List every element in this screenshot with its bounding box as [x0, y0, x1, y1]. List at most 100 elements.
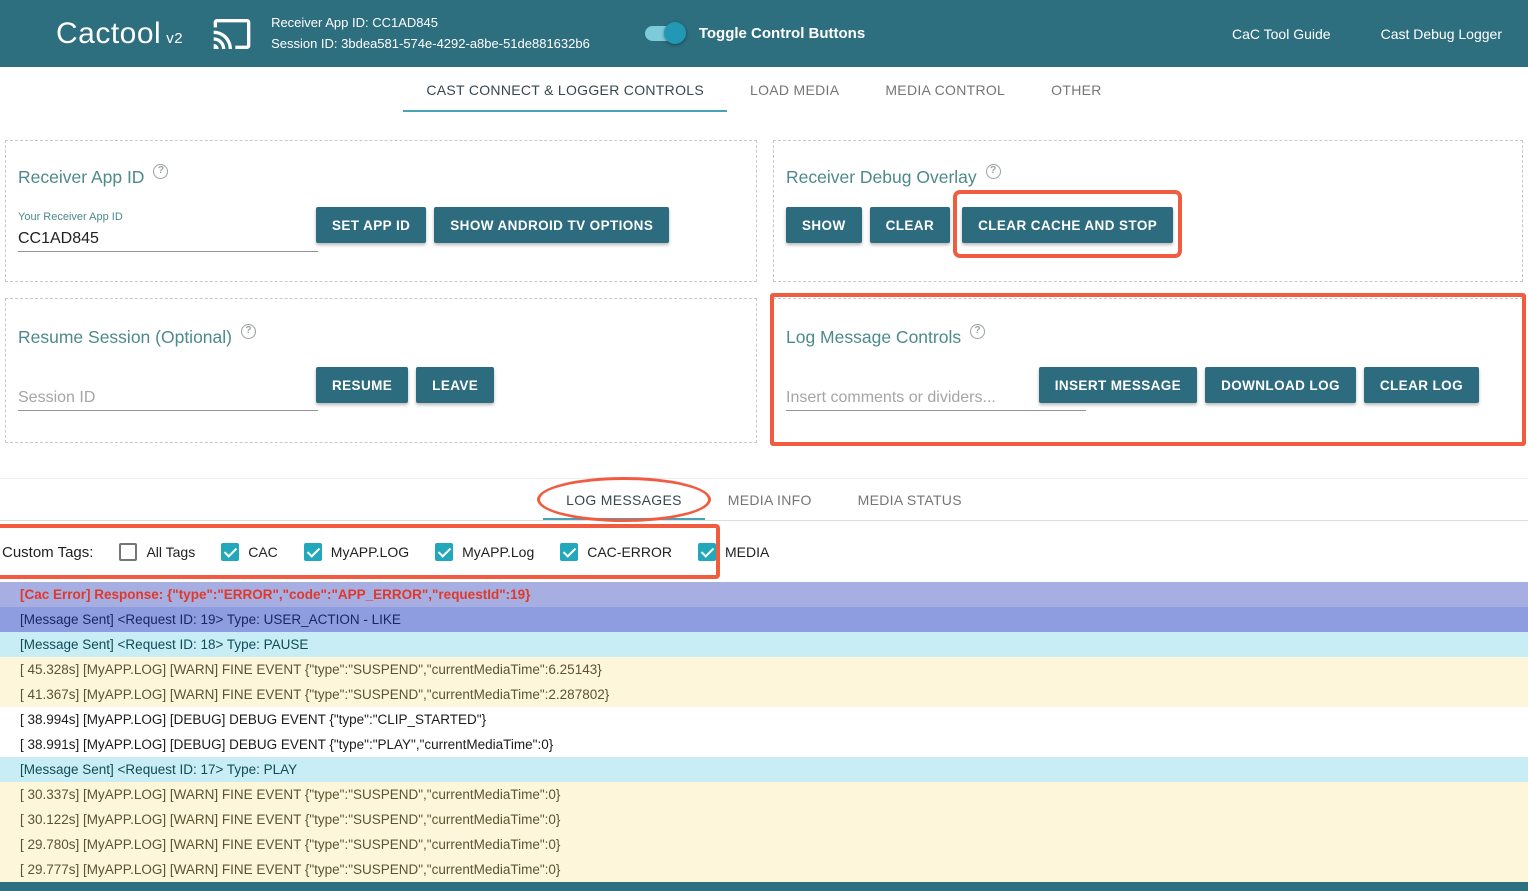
panel-title: Log Message Controls ? — [786, 327, 985, 348]
tag-myapp-log-mixed[interactable]: MyAPP.Log — [435, 543, 534, 561]
help-icon[interactable]: ? — [986, 164, 1001, 179]
tab-label: OTHER — [1051, 82, 1102, 98]
help-icon[interactable]: ? — [970, 324, 985, 339]
custom-tags-caption: Custom Tags: — [2, 544, 93, 561]
log-row-warn: [ 41.367s] [MyAPP.LOG] [WARN] FINE EVENT… — [0, 682, 1528, 707]
tag-cac[interactable]: CAC — [221, 543, 278, 561]
checkbox-checked-icon[interactable] — [435, 543, 453, 561]
resume-session-field — [18, 385, 318, 411]
log-row-message-sent: [Message Sent] <Request ID: 17> Type: PL… — [0, 757, 1528, 782]
log-row-cac-error: [Cac Error] Response: {"type":"ERROR","c… — [0, 582, 1528, 607]
panel-title-text: Log Message Controls — [786, 327, 961, 348]
receiver-app-id-input[interactable] — [18, 226, 318, 252]
app-logo-text: Cactool — [56, 17, 161, 50]
control-panels: Receiver App ID ? Your Receiver App ID S… — [0, 140, 1528, 443]
tag-cac-error[interactable]: CAC-ERROR — [560, 543, 672, 561]
tab-media-status[interactable]: MEDIA STATUS — [835, 479, 985, 520]
show-android-tv-options-button[interactable]: SHOW ANDROID TV OPTIONS — [434, 207, 669, 243]
tag-label: CAC — [248, 544, 278, 560]
help-icon[interactable]: ? — [153, 164, 168, 179]
toggle-knob[interactable] — [664, 22, 686, 44]
panel-title-text: Receiver App ID — [18, 167, 144, 188]
resume-session-buttons: RESUME LEAVE — [316, 367, 494, 403]
cast-debug-logger-link[interactable]: Cast Debug Logger — [1381, 26, 1502, 42]
app-logo-version: v2 — [166, 30, 183, 47]
resume-session-panel: Resume Session (Optional) ? RESUME LEAVE — [5, 298, 757, 443]
tab-cast-connect-logger-controls[interactable]: CAST CONNECT & LOGGER CONTROLS — [403, 67, 727, 112]
checkbox-checked-icon[interactable] — [221, 543, 239, 561]
debug-overlay-buttons: SHOW CLEAR CLEAR CACHE AND STOP — [786, 207, 1173, 243]
session-info: Receiver App ID: CC1AD845 Session ID: 3b… — [271, 13, 590, 53]
cast-icon — [209, 14, 255, 54]
log-row-debug: [ 38.994s] [MyAPP.LOG] [DEBUG] DEBUG EVE… — [0, 707, 1528, 732]
panel-title-text: Resume Session (Optional) — [18, 327, 232, 348]
control-buttons-toggle[interactable] — [645, 26, 683, 41]
tab-other[interactable]: OTHER — [1028, 67, 1125, 112]
tab-label: CAST CONNECT & LOGGER CONTROLS — [426, 82, 704, 98]
tag-label: All Tags — [146, 544, 195, 560]
toggle-control-buttons: Toggle Control Buttons — [645, 25, 865, 42]
set-app-id-button[interactable]: SET APP ID — [316, 207, 426, 243]
download-log-button[interactable]: DOWNLOAD LOG — [1205, 367, 1356, 403]
tab-label: LOG MESSAGES — [566, 492, 682, 508]
cac-tool-guide-link[interactable]: CaC Tool Guide — [1232, 26, 1331, 42]
receiver-app-id-info: Receiver App ID: CC1AD845 — [271, 13, 590, 33]
panel-title: Receiver App ID ? — [18, 167, 168, 188]
panel-title: Resume Session (Optional) ? — [18, 327, 256, 348]
tag-label: CAC-ERROR — [587, 544, 672, 560]
session-id-input[interactable] — [18, 385, 318, 411]
footer-bar — [0, 882, 1528, 891]
resume-button[interactable]: RESUME — [316, 367, 408, 403]
insert-message-button[interactable]: INSERT MESSAGE — [1039, 367, 1197, 403]
receiver-app-id-panel: Receiver App ID ? Your Receiver App ID S… — [5, 140, 757, 282]
tab-load-media[interactable]: LOAD MEDIA — [727, 67, 862, 112]
log-row-warn: [ 30.122s] [MyAPP.LOG] [WARN] FINE EVENT… — [0, 807, 1528, 832]
tab-label: MEDIA STATUS — [858, 492, 962, 508]
tab-media-info[interactable]: MEDIA INFO — [705, 479, 835, 520]
app-logo: Cactool v2 — [56, 17, 183, 51]
clear-overlay-button[interactable]: CLEAR — [870, 207, 951, 243]
tab-label: MEDIA CONTROL — [885, 82, 1005, 98]
tab-label: MEDIA INFO — [728, 492, 812, 508]
log-row-warn: [ 30.337s] [MyAPP.LOG] [WARN] FINE EVENT… — [0, 782, 1528, 807]
clear-log-button[interactable]: CLEAR LOG — [1364, 367, 1479, 403]
log-message-buttons: INSERT MESSAGE DOWNLOAD LOG CLEAR LOG — [1039, 367, 1479, 403]
tag-myapp-log-upper[interactable]: MyAPP.LOG — [304, 543, 409, 561]
log-message-list: [Cac Error] Response: {"type":"ERROR","c… — [0, 582, 1528, 882]
log-row-debug: [ 38.991s] [MyAPP.LOG] [DEBUG] DEBUG EVE… — [0, 732, 1528, 757]
log-row-warn: [ 29.777s] [MyAPP.LOG] [WARN] FINE EVENT… — [0, 857, 1528, 882]
active-tab-underline — [543, 518, 705, 520]
checkbox-checked-icon[interactable] — [698, 543, 716, 561]
receiver-app-id-field-label: Your Receiver App ID — [18, 211, 318, 223]
log-row-warn: [ 29.780s] [MyAPP.LOG] [WARN] FINE EVENT… — [0, 832, 1528, 857]
log-message-controls-panel: Log Message Controls ? INSERT MESSAGE DO… — [773, 298, 1523, 443]
header-links: CaC Tool Guide Cast Debug Logger — [1232, 26, 1502, 42]
receiver-app-id-field: Your Receiver App ID — [18, 211, 318, 252]
log-row-warn: [ 45.328s] [MyAPP.LOG] [WARN] FINE EVENT… — [0, 657, 1528, 682]
clear-cache-and-stop-button[interactable]: CLEAR CACHE AND STOP — [962, 207, 1173, 243]
log-row-message-sent: [Message Sent] <Request ID: 19> Type: US… — [0, 607, 1528, 632]
tag-label: MyAPP.LOG — [331, 544, 409, 560]
custom-tags-row: Custom Tags: All Tags CAC MyAPP.LOG MyAP… — [0, 527, 1528, 577]
log-tab-bar: LOG MESSAGES MEDIA INFO MEDIA STATUS — [0, 478, 1528, 521]
show-overlay-button[interactable]: SHOW — [786, 207, 862, 243]
main-tab-bar: CAST CONNECT & LOGGER CONTROLS LOAD MEDI… — [0, 67, 1528, 112]
tag-label: MyAPP.Log — [462, 544, 534, 560]
toggle-label: Toggle Control Buttons — [699, 25, 865, 42]
help-icon[interactable]: ? — [241, 324, 256, 339]
checkbox-unchecked-icon[interactable] — [119, 543, 137, 561]
app-header: Cactool v2 Receiver App ID: CC1AD845 Sess… — [0, 0, 1528, 67]
receiver-app-id-buttons: SET APP ID SHOW ANDROID TV OPTIONS — [316, 207, 669, 243]
tag-all-tags[interactable]: All Tags — [119, 543, 195, 561]
tag-media[interactable]: MEDIA — [698, 543, 769, 561]
tab-media-control[interactable]: MEDIA CONTROL — [862, 67, 1028, 112]
receiver-debug-overlay-panel: Receiver Debug Overlay ? SHOW CLEAR CLEA… — [773, 140, 1523, 282]
tab-label: LOAD MEDIA — [750, 82, 839, 98]
panel-title-text: Receiver Debug Overlay — [786, 167, 977, 188]
checkbox-checked-icon[interactable] — [560, 543, 578, 561]
log-row-message-sent: [Message Sent] <Request ID: 18> Type: PA… — [0, 632, 1528, 657]
tab-log-messages[interactable]: LOG MESSAGES — [543, 479, 705, 520]
tag-label: MEDIA — [725, 544, 769, 560]
checkbox-checked-icon[interactable] — [304, 543, 322, 561]
leave-button[interactable]: LEAVE — [416, 367, 494, 403]
